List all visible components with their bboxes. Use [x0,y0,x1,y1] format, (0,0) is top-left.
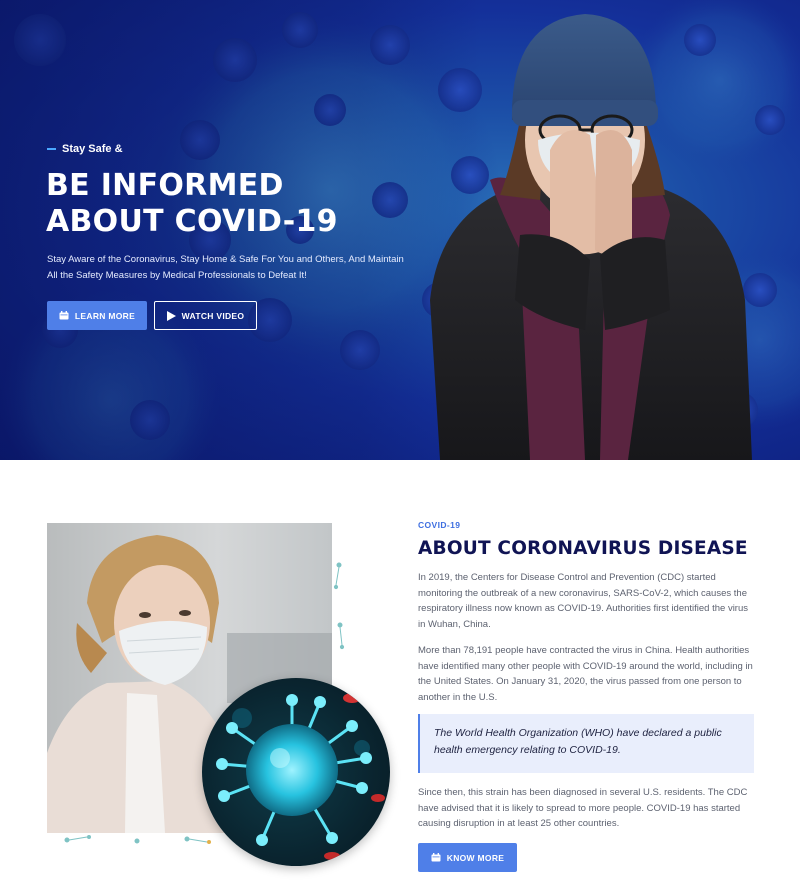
learn-more-label: LEARN MORE [74,310,136,321]
hero-eyebrow-text: Stay Safe & [62,143,123,155]
hero-title-line1: BE INFORMED [46,168,284,203]
calendar-icon [431,853,441,862]
who-quote: The World Health Organization (WHO) have… [418,714,754,773]
about-paragraph-1: In 2019, the Centers for Disease Control… [418,572,748,631]
hero-eyebrow: Stay Safe & [47,143,123,155]
coronavirus-image [202,678,390,866]
play-icon [166,310,176,321]
about-paragraph-3: Since then, this strain has been diagnos… [418,787,748,830]
dash-decoration [47,148,56,150]
section-title: ABOUT CORONAVIRUS DISEASE [418,538,748,559]
know-more-button[interactable]: KNOW MORE [418,843,517,872]
calendar-icon [59,311,69,320]
watch-video-label: WATCH VIDEO [181,310,245,321]
watch-video-button[interactable]: WATCH VIDEO [154,301,257,330]
hero-subtitle: Stay Aware of the Coronavirus, Stay Home… [47,254,404,281]
know-more-label: KNOW MORE [446,852,505,863]
section-tag: COVID-19 [418,520,461,530]
hero-banner: Stay Safe & BE INFORMED ABOUT COVID-19 S… [0,0,800,460]
about-paragraph-2: More than 78,191 people have contracted … [418,645,753,704]
hero-title-line2: ABOUT COVID-19 [46,204,338,239]
hero-title: BE INFORMED ABOUT COVID-19 [46,168,406,240]
learn-more-button[interactable]: LEARN MORE [47,301,147,330]
masked-woman-image [430,14,752,460]
